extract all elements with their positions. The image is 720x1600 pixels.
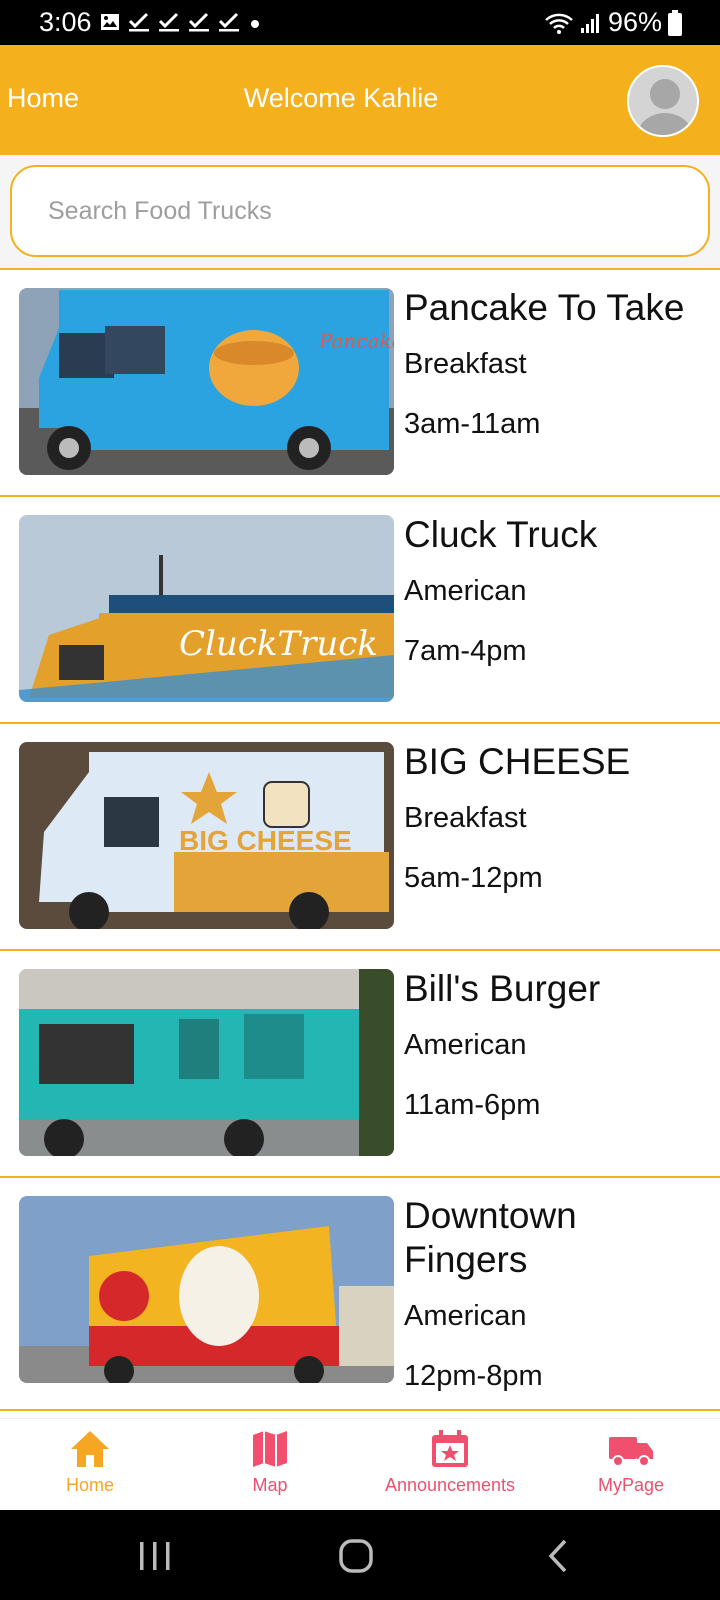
user-icon bbox=[637, 79, 693, 135]
truck-image bbox=[19, 1196, 394, 1383]
welcome-text: Welcome Kahlie bbox=[243, 83, 439, 113]
image-icon bbox=[101, 14, 119, 30]
check-icon bbox=[128, 12, 149, 32]
svg-text:BIG CHEESE: BIG CHEESE bbox=[179, 825, 352, 856]
screen: 3:06 96% Home Welcome Kahlie Search Food… bbox=[0, 0, 720, 1600]
notification-icons bbox=[100, 10, 262, 34]
truck-list-item[interactable]: BIG CHEESE BIG CHEESE Breakfast 5am-12pm bbox=[0, 724, 720, 951]
nav-home[interactable]: Home bbox=[40, 1419, 140, 1511]
truck-name: Downtown Fingers bbox=[404, 1195, 577, 1280]
recents-icon[interactable] bbox=[138, 1540, 172, 1572]
status-bar: 3:06 96% bbox=[0, 0, 720, 45]
truck-name: Pancake To Take bbox=[404, 287, 685, 328]
truck-icon bbox=[609, 1437, 653, 1467]
truck-category: American bbox=[404, 1300, 527, 1332]
truck-list-item[interactable]: Downtown Fingers American 12pm-8pm bbox=[0, 1178, 720, 1411]
truck-hours: 3am-11am bbox=[404, 408, 541, 440]
bottom-navigation: Home Map Announcements MyPage bbox=[0, 1418, 720, 1510]
truck-image: Pancake bbox=[19, 288, 394, 475]
home-icon bbox=[71, 1431, 109, 1467]
check-icon bbox=[218, 12, 239, 32]
truck-name: BIG CHEESE bbox=[404, 741, 631, 782]
nav-announcements[interactable]: Announcements bbox=[370, 1419, 530, 1511]
truck-list[interactable]: Pancake Pancake To Take Breakfast 3am-11… bbox=[0, 270, 720, 1418]
nav-label: Announcements bbox=[384, 1475, 516, 1495]
truck-list-item[interactable]: CluckTruck Cluck Truck American 7am-4pm bbox=[0, 497, 720, 724]
truck-hours: 5am-12pm bbox=[404, 862, 543, 894]
status-time: 3:06 bbox=[39, 7, 92, 37]
home-circle-icon[interactable] bbox=[338, 1538, 374, 1574]
truck-category: American bbox=[404, 575, 527, 607]
nav-label: Home bbox=[65, 1475, 114, 1495]
truck-hours: 12pm-8pm bbox=[404, 1360, 543, 1392]
truck-hours: 7am-4pm bbox=[404, 635, 527, 667]
status-right: 96% bbox=[544, 7, 682, 38]
wifi-icon bbox=[545, 13, 573, 34]
signal-icon bbox=[580, 13, 599, 33]
dot-icon bbox=[251, 20, 259, 28]
truck-category: Breakfast bbox=[404, 348, 527, 380]
calendar-star-icon bbox=[432, 1430, 468, 1467]
truck-category: American bbox=[404, 1029, 527, 1061]
nav-map[interactable]: Map bbox=[220, 1419, 320, 1511]
nav-label: Map bbox=[252, 1475, 288, 1495]
nav-label: MyPage bbox=[597, 1475, 665, 1495]
battery-percent: 96% bbox=[607, 7, 662, 37]
truck-category: Breakfast bbox=[404, 802, 527, 834]
search-input[interactable] bbox=[10, 165, 710, 257]
search-bar bbox=[0, 155, 720, 270]
check-icon bbox=[188, 12, 209, 32]
app-header: Home Welcome Kahlie bbox=[0, 45, 720, 155]
truck-hours: 11am-6pm bbox=[404, 1089, 541, 1121]
truck-name: Cluck Truck bbox=[404, 514, 598, 555]
check-icon bbox=[158, 12, 179, 32]
truck-image bbox=[19, 969, 394, 1156]
truck-image: CluckTruck bbox=[19, 515, 394, 702]
svg-text:Pancake: Pancake bbox=[318, 329, 394, 353]
truck-list-item[interactable]: Bill's Burger American 11am-6pm bbox=[0, 951, 720, 1178]
svg-text:CluckTruck: CluckTruck bbox=[179, 624, 378, 664]
truck-list-item[interactable]: Pancake Pancake To Take Breakfast 3am-11… bbox=[0, 270, 720, 497]
back-icon[interactable] bbox=[546, 1538, 570, 1574]
battery-icon bbox=[668, 9, 682, 36]
map-icon bbox=[253, 1431, 287, 1467]
avatar[interactable] bbox=[627, 65, 699, 137]
nav-mypage[interactable]: MyPage bbox=[581, 1419, 681, 1511]
truck-name: Bill's Burger bbox=[404, 968, 601, 1009]
system-nav-bar bbox=[0, 1510, 720, 1600]
truck-image: BIG CHEESE bbox=[19, 742, 394, 929]
